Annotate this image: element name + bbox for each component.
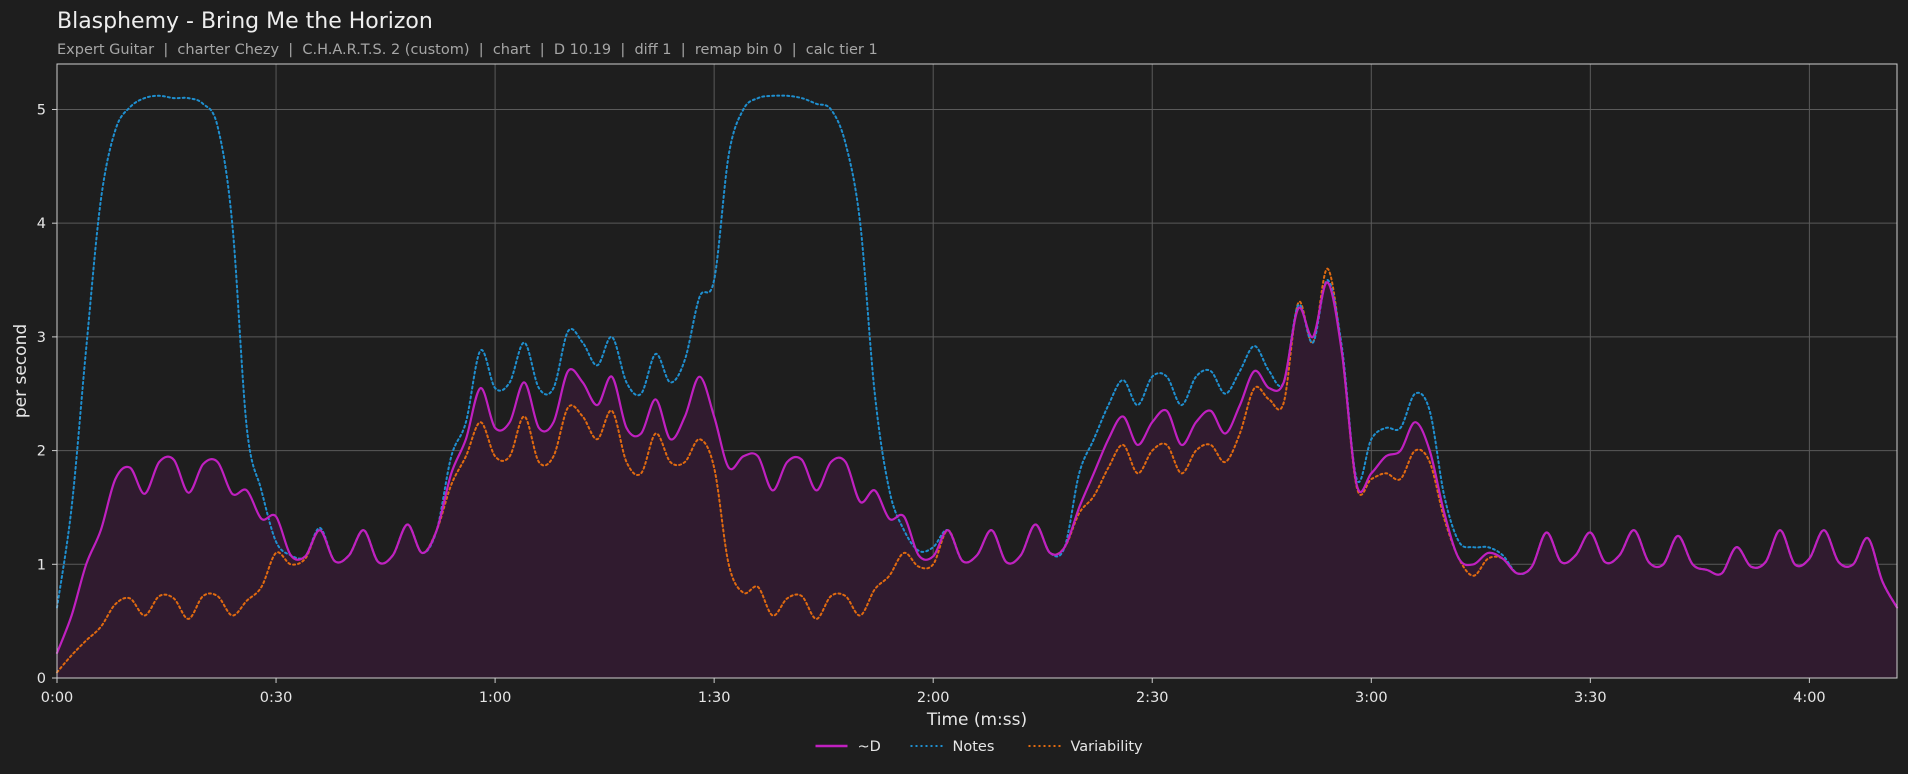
- legend-label-notes: Notes: [953, 739, 995, 755]
- x-tick-label: 1:30: [698, 690, 731, 706]
- x-tick-label: 2:30: [1136, 690, 1169, 706]
- legend-label-d: ~D: [858, 739, 881, 755]
- x-tick-label: 3:00: [1355, 690, 1388, 706]
- y-tick-label: 4: [37, 216, 46, 232]
- chart-title: Blasphemy - Bring Me the Horizon: [57, 9, 433, 34]
- y-axis-label: per second: [11, 324, 31, 418]
- legend-label-variability: Variability: [1071, 739, 1144, 755]
- x-tick-label: 0:30: [260, 690, 293, 706]
- x-tick-label: 4:00: [1793, 690, 1826, 706]
- legend: ~D Notes Variability: [815, 739, 1144, 755]
- y-tick-label: 3: [37, 330, 46, 346]
- y-tick-label: 0: [37, 671, 46, 687]
- y-tick-label: 2: [37, 444, 46, 460]
- x-tick-label: 0:00: [41, 690, 74, 706]
- x-tick-label: 1:00: [479, 690, 512, 706]
- y-tick-label: 1: [37, 557, 46, 573]
- x-axis-label: Time (m:ss): [926, 710, 1027, 730]
- chart-subtitle: Expert Guitar | charter Chezy | C.H.A.R.…: [57, 42, 878, 58]
- x-tick-label: 2:00: [917, 690, 950, 706]
- y-tick-label: 5: [37, 102, 46, 118]
- x-tick-label: 3:30: [1574, 690, 1607, 706]
- chart: Blasphemy - Bring Me the Horizon Expert …: [11, 9, 1899, 755]
